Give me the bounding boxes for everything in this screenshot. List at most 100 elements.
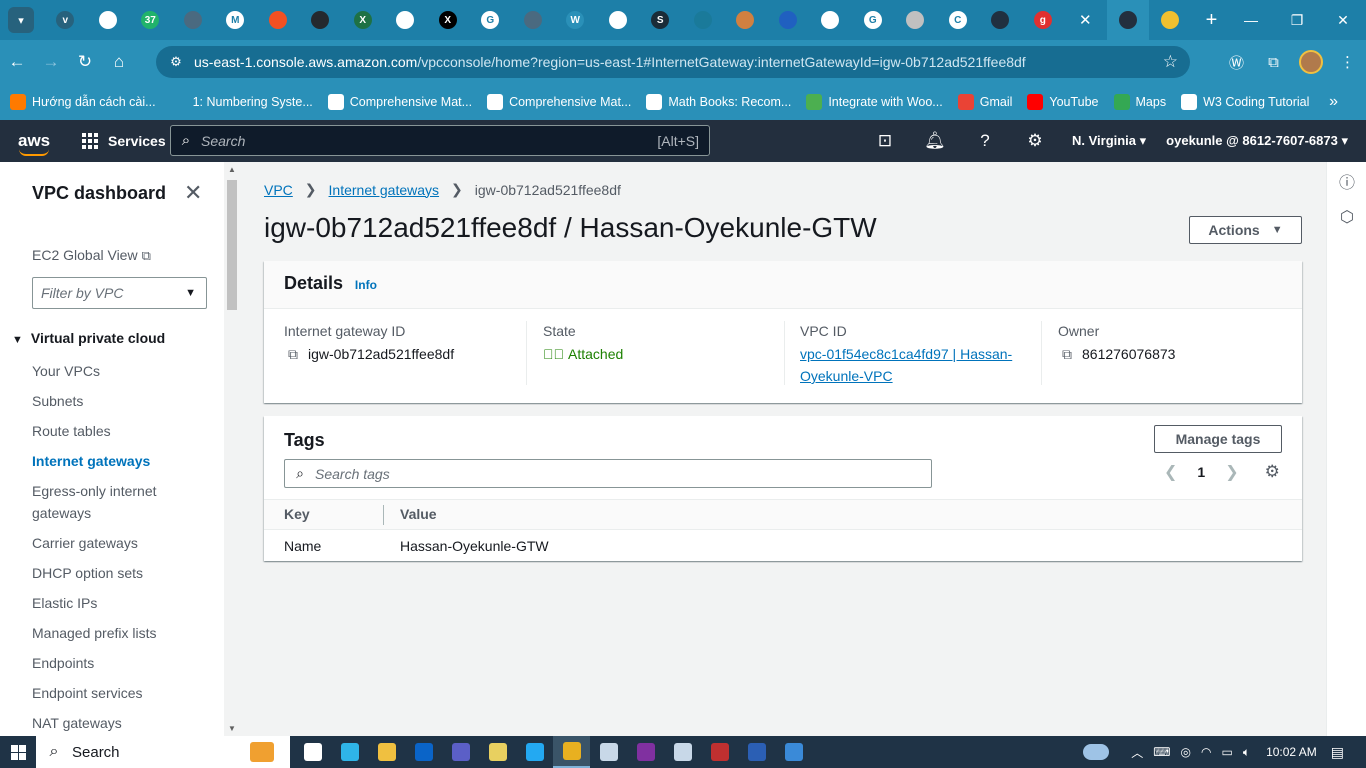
location-icon[interactable]: ◎ xyxy=(1181,745,1191,759)
reload-icon[interactable]: ↻ xyxy=(68,45,102,79)
bookmark-item[interactable]: Gmail xyxy=(957,94,1012,110)
browser-tab[interactable]: C xyxy=(937,0,980,40)
browser-tab[interactable] xyxy=(299,0,342,40)
close-window-icon[interactable]: ✕ xyxy=(1320,0,1366,40)
browser-tab[interactable] xyxy=(724,0,767,40)
browser-tab[interactable] xyxy=(597,0,640,40)
scrollbar-thumb[interactable] xyxy=(227,180,237,310)
browser-tab[interactable] xyxy=(682,0,725,40)
info-circle-icon[interactable]: ⓘ xyxy=(1338,172,1356,192)
section-virtual-private-cloud[interactable]: ▼ Virtual private cloud xyxy=(12,330,165,346)
settings-gear-icon[interactable]: ⚙ xyxy=(1010,131,1060,151)
profile-avatar[interactable] xyxy=(1292,50,1329,74)
account-menu[interactable]: oyekunle @ 8612-7607-6873 ▾ xyxy=(1166,133,1348,149)
sidebar-item[interactable]: Endpoint services xyxy=(32,682,212,704)
browser-tab[interactable]: ✕ xyxy=(1064,0,1107,40)
wifi-icon[interactable]: ◠ xyxy=(1201,745,1211,759)
clock[interactable]: 10:02 AM xyxy=(1266,745,1317,759)
chrome-menu-icon[interactable]: ⋮ xyxy=(1329,53,1366,71)
column-value[interactable]: Value xyxy=(400,506,437,522)
browser-tab[interactable]: X xyxy=(427,0,470,40)
browser-tab[interactable]: X xyxy=(342,0,385,40)
bookmark-item[interactable]: Hướng dẫn cách cài... xyxy=(10,94,156,110)
address-bar[interactable]: ⚙ us-east-1.console.aws.amazon.com/vpcco… xyxy=(156,46,1190,78)
sidebar-item[interactable]: NAT gateways xyxy=(32,712,212,734)
task-view-icon[interactable] xyxy=(294,736,331,768)
browser-tab[interactable] xyxy=(809,0,852,40)
word-icon[interactable] xyxy=(738,736,775,768)
chevron-up-icon[interactable]: ︿ xyxy=(1131,744,1143,761)
back-icon[interactable]: ← xyxy=(0,45,34,79)
more-bookmarks-icon[interactable]: » xyxy=(1329,93,1338,111)
winrar-icon[interactable] xyxy=(701,736,738,768)
browser-tab[interactable]: g xyxy=(1022,0,1065,40)
browser-tab[interactable]: v xyxy=(44,0,87,40)
edge-icon[interactable] xyxy=(331,736,368,768)
forward-icon[interactable]: → xyxy=(34,45,68,79)
browser-tab[interactable] xyxy=(512,0,555,40)
sidebar-item[interactable]: Egress-only internet gateways xyxy=(32,480,212,524)
browser-tab[interactable] xyxy=(1106,0,1149,40)
extension-w-icon[interactable]: Ⓦ xyxy=(1218,52,1255,73)
file-explorer-icon[interactable] xyxy=(368,736,405,768)
battery-icon[interactable]: ▭ xyxy=(1222,745,1233,759)
breadcrumb-vpc[interactable]: VPC xyxy=(264,182,293,198)
copy-icon[interactable]: ⧉ xyxy=(288,343,298,365)
new-tab-button[interactable]: + xyxy=(1198,6,1226,34)
tab-search-icon[interactable]: ▾ xyxy=(8,7,34,33)
scroll-down-icon[interactable]: ▼ xyxy=(228,724,236,733)
next-page-icon[interactable]: ❯ xyxy=(1225,462,1238,482)
vscode-icon[interactable] xyxy=(516,736,553,768)
taskbar-search[interactable]: ⌕ Search xyxy=(36,736,290,768)
sidebar-item[interactable]: Endpoints xyxy=(32,652,212,674)
sidebar-item[interactable]: Carrier gateways xyxy=(32,532,212,554)
aws-logo[interactable]: aws xyxy=(18,132,52,156)
outlook-icon[interactable] xyxy=(405,736,442,768)
browser-tab[interactable] xyxy=(1149,0,1192,40)
onenote-icon[interactable] xyxy=(627,736,664,768)
bookmark-item[interactable]: Maps xyxy=(1113,94,1166,110)
sidebar-item[interactable]: Your VPCs xyxy=(32,360,212,382)
extensions-puzzle-icon[interactable]: ⧉ xyxy=(1255,54,1292,71)
photos-icon[interactable] xyxy=(775,736,812,768)
scroll-up-icon[interactable]: ▲ xyxy=(228,165,236,174)
table-settings-gear-icon[interactable]: ⚙ xyxy=(1265,462,1280,482)
manage-tags-button[interactable]: Manage tags xyxy=(1154,425,1282,453)
search-tags-input[interactable]: ⌕ Search tags xyxy=(284,459,932,488)
browser-tab[interactable] xyxy=(172,0,215,40)
browser-tab[interactable] xyxy=(979,0,1022,40)
sidebar-title[interactable]: VPC dashboard xyxy=(32,183,166,204)
browser-tab[interactable]: G xyxy=(852,0,895,40)
browser-tab[interactable] xyxy=(894,0,937,40)
info-link[interactable]: Info xyxy=(355,278,377,292)
sidebar-item[interactable]: Route tables xyxy=(32,420,212,442)
bookmark-item[interactable]: 1: Numbering Syste... xyxy=(170,94,313,110)
maximize-icon[interactable]: ❐ xyxy=(1274,0,1320,40)
column-resizer[interactable] xyxy=(383,505,384,525)
browser-tab[interactable]: S xyxy=(639,0,682,40)
actions-button[interactable]: Actions ▼ xyxy=(1189,216,1302,244)
site-info-icon[interactable]: ⚙ xyxy=(162,54,190,70)
teams-icon[interactable] xyxy=(442,736,479,768)
browser-tab[interactable] xyxy=(384,0,427,40)
breadcrumb-internet-gateways[interactable]: Internet gateways xyxy=(329,182,440,198)
virtualbox-icon[interactable] xyxy=(590,736,627,768)
start-button[interactable] xyxy=(0,744,36,760)
close-icon[interactable]: ✕ xyxy=(1079,11,1092,29)
url-text[interactable]: us-east-1.console.aws.amazon.com/vpccons… xyxy=(194,54,1026,70)
browser-tab[interactable] xyxy=(87,0,130,40)
browser-tab[interactable] xyxy=(767,0,810,40)
column-key[interactable]: Key xyxy=(284,506,310,522)
weather-icon[interactable] xyxy=(1083,744,1110,760)
home-icon[interactable]: ⌂ xyxy=(102,45,136,79)
services-menu[interactable]: Services xyxy=(82,133,166,149)
meet-now-icon[interactable]: ⌨ xyxy=(1153,745,1170,759)
volume-icon[interactable]: 🔈︎ xyxy=(1243,745,1250,760)
browser-tab[interactable]: G xyxy=(469,0,512,40)
bookmark-item[interactable]: Comprehensive Mat... xyxy=(487,94,631,110)
minimize-icon[interactable]: — xyxy=(1228,0,1274,40)
bookmark-item[interactable]: Comprehensive Mat... xyxy=(327,94,472,110)
previous-page-icon[interactable]: ❮ xyxy=(1164,462,1177,482)
cube-icon[interactable] xyxy=(664,736,701,768)
notifications-icon[interactable]: ▤ xyxy=(1331,744,1344,761)
